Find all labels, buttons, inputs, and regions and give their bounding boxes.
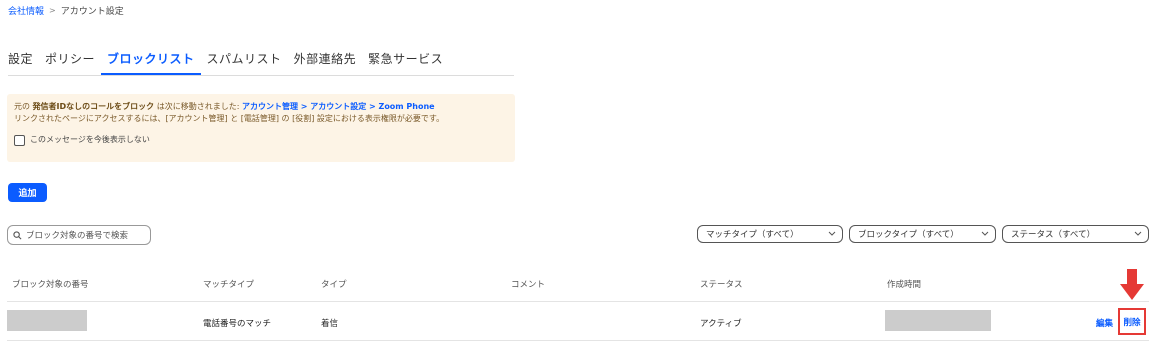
dont-show-again-checkbox[interactable]: このメッセージを今後表示しない bbox=[14, 134, 508, 146]
search-placeholder: ブロック対象の番号で検索 bbox=[26, 231, 129, 241]
add-button[interactable]: 追加 bbox=[8, 183, 47, 202]
notice-line-1: 元の 発信者IDなしのコールをブロック は次に移動されました: アカウント管理 … bbox=[14, 101, 508, 113]
chevron-down-icon bbox=[981, 229, 989, 239]
column-header-number: ブロック対象の番号 bbox=[12, 280, 89, 290]
column-header-match-type: マッチタイプ bbox=[203, 280, 255, 290]
search-input[interactable]: ブロック対象の番号で検索 bbox=[7, 225, 151, 245]
row-divider bbox=[7, 340, 1149, 341]
block-type-filter[interactable]: ブロックタイプ（すべて） bbox=[849, 225, 996, 243]
breadcrumb-company-info-link[interactable]: 会社情報 bbox=[8, 4, 44, 17]
checkbox-box[interactable] bbox=[14, 134, 25, 146]
breadcrumb-current: アカウント設定 bbox=[60, 7, 124, 17]
tab-blocklist[interactable]: ブロックリスト bbox=[101, 50, 201, 75]
tab-emergency-services[interactable]: 緊急サービス bbox=[362, 50, 449, 74]
notice-line-2: リンクされたページにアクセスするには、[アカウント管理] と [電話管理] の … bbox=[14, 114, 445, 123]
column-header-type: タイプ bbox=[321, 280, 347, 290]
checkbox-label: このメッセージを今後表示しない bbox=[30, 135, 150, 144]
tab-spamlist[interactable]: スパムリスト bbox=[201, 50, 288, 74]
row-status: アクティブ bbox=[700, 319, 742, 329]
tab-settings[interactable]: 設定 bbox=[8, 50, 39, 74]
match-type-filter[interactable]: マッチタイプ（すべて） bbox=[697, 225, 843, 243]
red-arrow-down-icon bbox=[1120, 269, 1144, 300]
column-header-status: ステータス bbox=[700, 280, 743, 290]
notice-banner: 元の 発信者IDなしのコールをブロック は次に移動されました: アカウント管理 … bbox=[7, 94, 515, 162]
search-icon bbox=[8, 230, 26, 240]
notice-text: は次に移動されました: bbox=[156, 102, 240, 111]
block-type-filter-value: ブロックタイプ（すべて） bbox=[858, 230, 959, 240]
status-filter[interactable]: ステータス（すべて） bbox=[1002, 225, 1149, 243]
chevron-down-icon bbox=[1134, 229, 1142, 239]
edit-link[interactable]: 編集 bbox=[1096, 317, 1113, 329]
row-type: 着信 bbox=[321, 319, 339, 329]
notice-text: 元の bbox=[14, 102, 30, 111]
delete-highlight: 削除 bbox=[1118, 308, 1146, 335]
tab-external-contacts[interactable]: 外部連絡先 bbox=[288, 50, 363, 74]
status-filter-value: ステータス（すべて） bbox=[1011, 230, 1096, 240]
breadcrumb-separator: > bbox=[49, 6, 56, 15]
chevron-down-icon bbox=[828, 229, 836, 239]
notice-settings-link[interactable]: アカウント管理 > アカウント設定 > Zoom Phone bbox=[242, 102, 435, 111]
notice-feature-name: 発信者IDなしのコールをブロック bbox=[32, 102, 155, 111]
column-header-created-time: 作成時間 bbox=[887, 280, 922, 290]
header-divider bbox=[7, 301, 1149, 302]
delete-link[interactable]: 削除 bbox=[1123, 316, 1140, 328]
column-header-comment: コメント bbox=[511, 280, 546, 290]
breadcrumb: 会社情報 > アカウント設定 bbox=[8, 4, 124, 17]
tab-policy[interactable]: ポリシー bbox=[39, 50, 101, 74]
tab-bar: 設定 ポリシー ブロックリスト スパムリスト 外部連絡先 緊急サービス bbox=[8, 50, 514, 76]
match-type-filter-value: マッチタイプ（すべて） bbox=[706, 230, 799, 240]
redacted-number bbox=[7, 310, 87, 331]
row-match-type: 電話番号のマッチ bbox=[203, 319, 272, 329]
redacted-created-time bbox=[885, 310, 991, 331]
